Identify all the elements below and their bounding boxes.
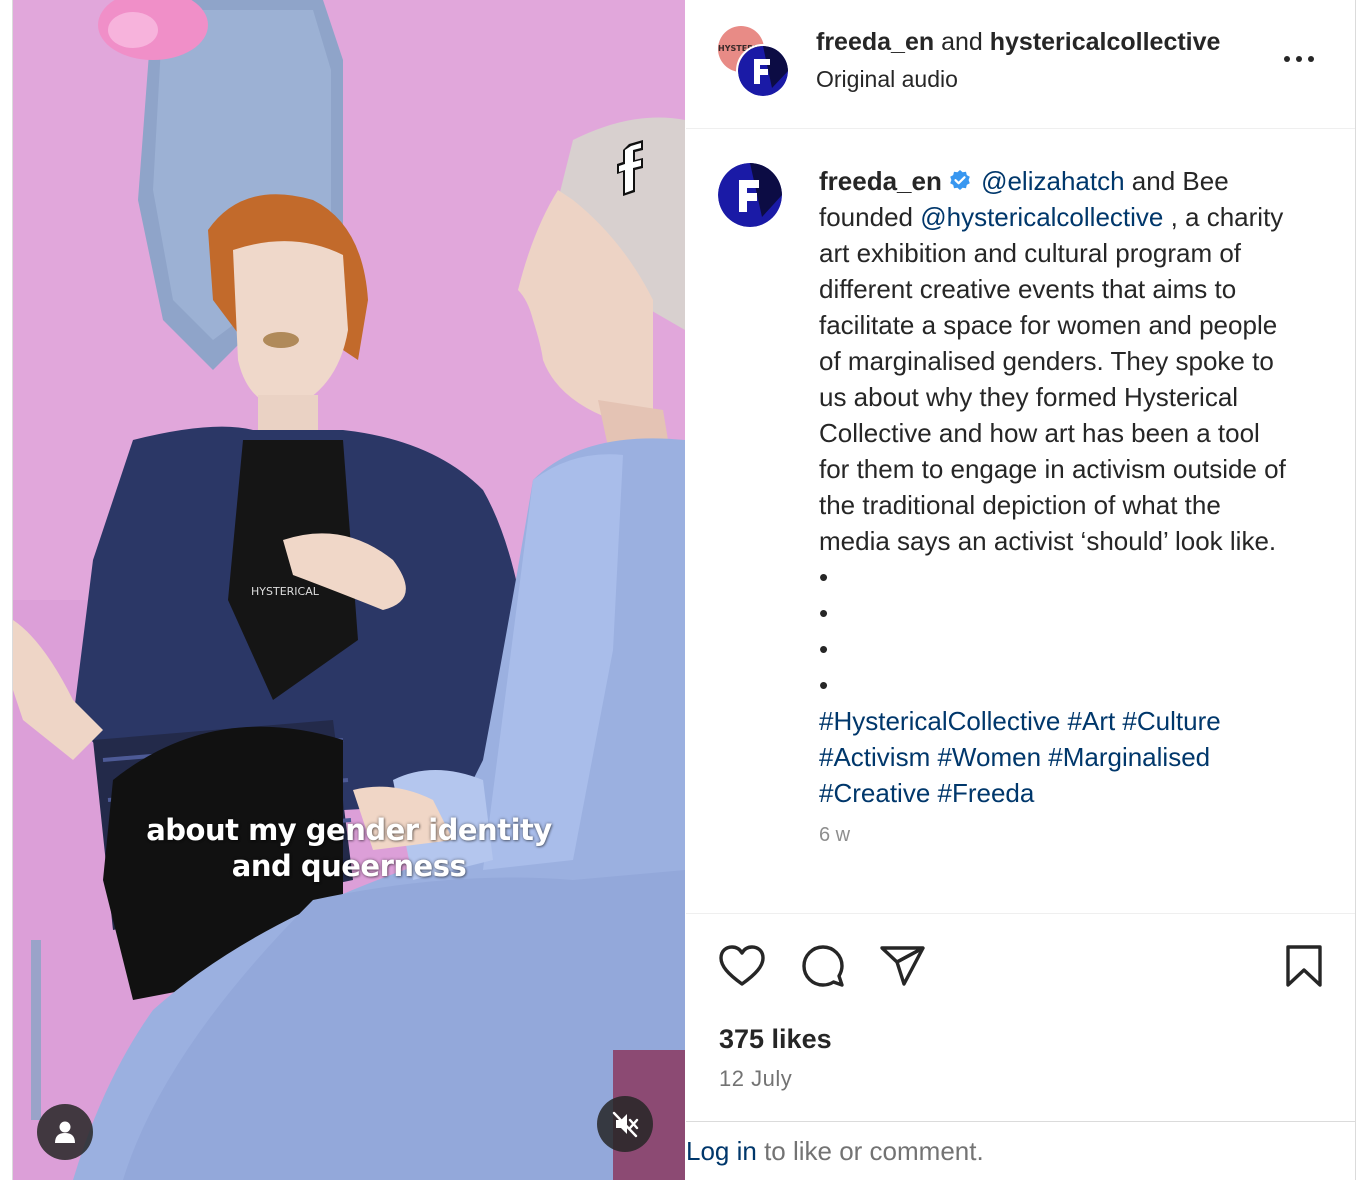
video-caption: about my gender identity and queerness [13, 812, 685, 884]
user-icon [55, 1121, 75, 1143]
muted-icon [612, 1111, 639, 1138]
bookmark-icon [1286, 945, 1322, 987]
freeda-avatar[interactable] [736, 44, 790, 98]
comment-icon [802, 945, 844, 987]
mute-toggle-button[interactable] [597, 1096, 653, 1152]
comment-button[interactable] [797, 940, 849, 992]
video-frame-illustration: HYSTERICAL [13, 0, 685, 1180]
actions-divider [686, 913, 1355, 914]
frame-border-right [1355, 0, 1356, 1180]
caption-comment: freeda_en @elizahatch and Bee founded @h… [686, 129, 1355, 913]
authors-conjunction: and [941, 28, 983, 56]
caption-dot: • [819, 670, 829, 700]
post-age[interactable]: 6 w [819, 817, 1289, 853]
caption-line-1: about my gender identity [146, 813, 552, 847]
caption-dot: • [819, 562, 829, 592]
author-link-hystericalcollective[interactable]: hystericalcollective [990, 28, 1221, 56]
post-side-panel: HYSTERICAL freeda_en and hystericalcolle… [686, 0, 1355, 1180]
login-prompt-text: to like or comment. [756, 1136, 984, 1166]
mention-hystericalcollective[interactable]: @hystericalcollective [920, 202, 1163, 232]
login-link[interactable]: Log in [686, 1136, 757, 1166]
caption-dots: • • • • [819, 559, 1289, 703]
caption-text-2: , a charity art exhibition and cultural … [819, 202, 1286, 556]
reel-video[interactable]: HYSTERICAL about my gender identity and … [13, 0, 685, 1180]
caption-dot: • [819, 634, 829, 664]
author-link-freeda[interactable]: freeda_en [816, 28, 934, 56]
mention-elizahatch[interactable]: @elizahatch [981, 166, 1124, 196]
caption-username[interactable]: freeda_en [819, 166, 942, 196]
heart-icon [719, 945, 765, 986]
post-date[interactable]: 12 July [719, 1066, 792, 1092]
caption-line-2: and queerness [231, 849, 467, 883]
save-button[interactable] [1278, 940, 1330, 992]
login-prompt: Log in to like or comment. [686, 1136, 984, 1167]
like-button[interactable] [716, 940, 768, 992]
caption-text: freeda_en @elizahatch and Bee founded @h… [819, 163, 1289, 853]
post-header: HYSTERICAL freeda_en and hystericalcolle… [686, 0, 1355, 129]
action-bar [686, 940, 1355, 996]
login-divider [686, 1121, 1355, 1122]
like-count[interactable]: 375 likes [719, 1024, 832, 1055]
verified-icon [950, 170, 970, 190]
freeda-watermark-icon [617, 140, 643, 196]
share-button[interactable] [877, 940, 929, 992]
collab-avatars[interactable]: HYSTERICAL [718, 26, 790, 98]
caption-dot: • [819, 598, 829, 628]
caption-hashtags[interactable]: #HystericalCollective #Art #Culture #Act… [819, 703, 1289, 811]
shirt-print: HYSTERICAL [251, 585, 320, 598]
commenter-avatar[interactable] [718, 163, 782, 227]
share-icon [880, 946, 925, 986]
post-authors: freeda_en and hystericalcollective [816, 28, 1256, 57]
audio-label[interactable]: Original audio [816, 66, 958, 93]
tagged-users-button[interactable] [37, 1104, 93, 1160]
more-icon[interactable] [1282, 52, 1316, 66]
